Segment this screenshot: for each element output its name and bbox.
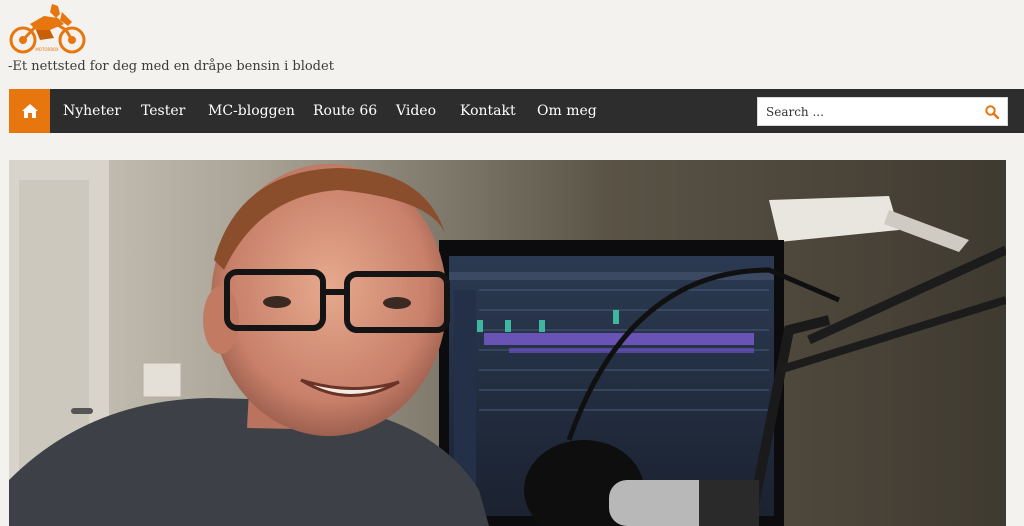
home-icon [21,104,38,118]
hero-photo [9,160,1006,526]
svg-text:MOTORBOX: MOTORBOX [35,47,59,52]
site-logo[interactable]: MOTORBOX [6,0,88,56]
nav-item-om-meg[interactable]: Om meg [537,89,597,133]
nav-item-mc-bloggen[interactable]: MC-bloggen [208,89,295,133]
home-button[interactable] [9,89,50,133]
main-navigation: Nyheter Tester MC-bloggen Route 66 Video… [9,89,1024,133]
search-button[interactable] [981,101,1003,123]
search-box [757,97,1008,126]
hero-image [9,160,1006,526]
search-icon [985,105,999,119]
nav-item-route-66[interactable]: Route 66 [313,89,377,133]
site-header: MOTORBOX -Et nettsted for deg med en drå… [0,0,1024,88]
search-input[interactable] [758,98,978,125]
nav-item-kontakt[interactable]: Kontakt [460,89,516,133]
nav-item-tester[interactable]: Tester [141,89,185,133]
nav-item-video[interactable]: Video [396,89,436,133]
site-tagline: -Et nettsted for deg med en dråpe bensin… [8,59,334,74]
nav-item-nyheter[interactable]: Nyheter [63,89,121,133]
